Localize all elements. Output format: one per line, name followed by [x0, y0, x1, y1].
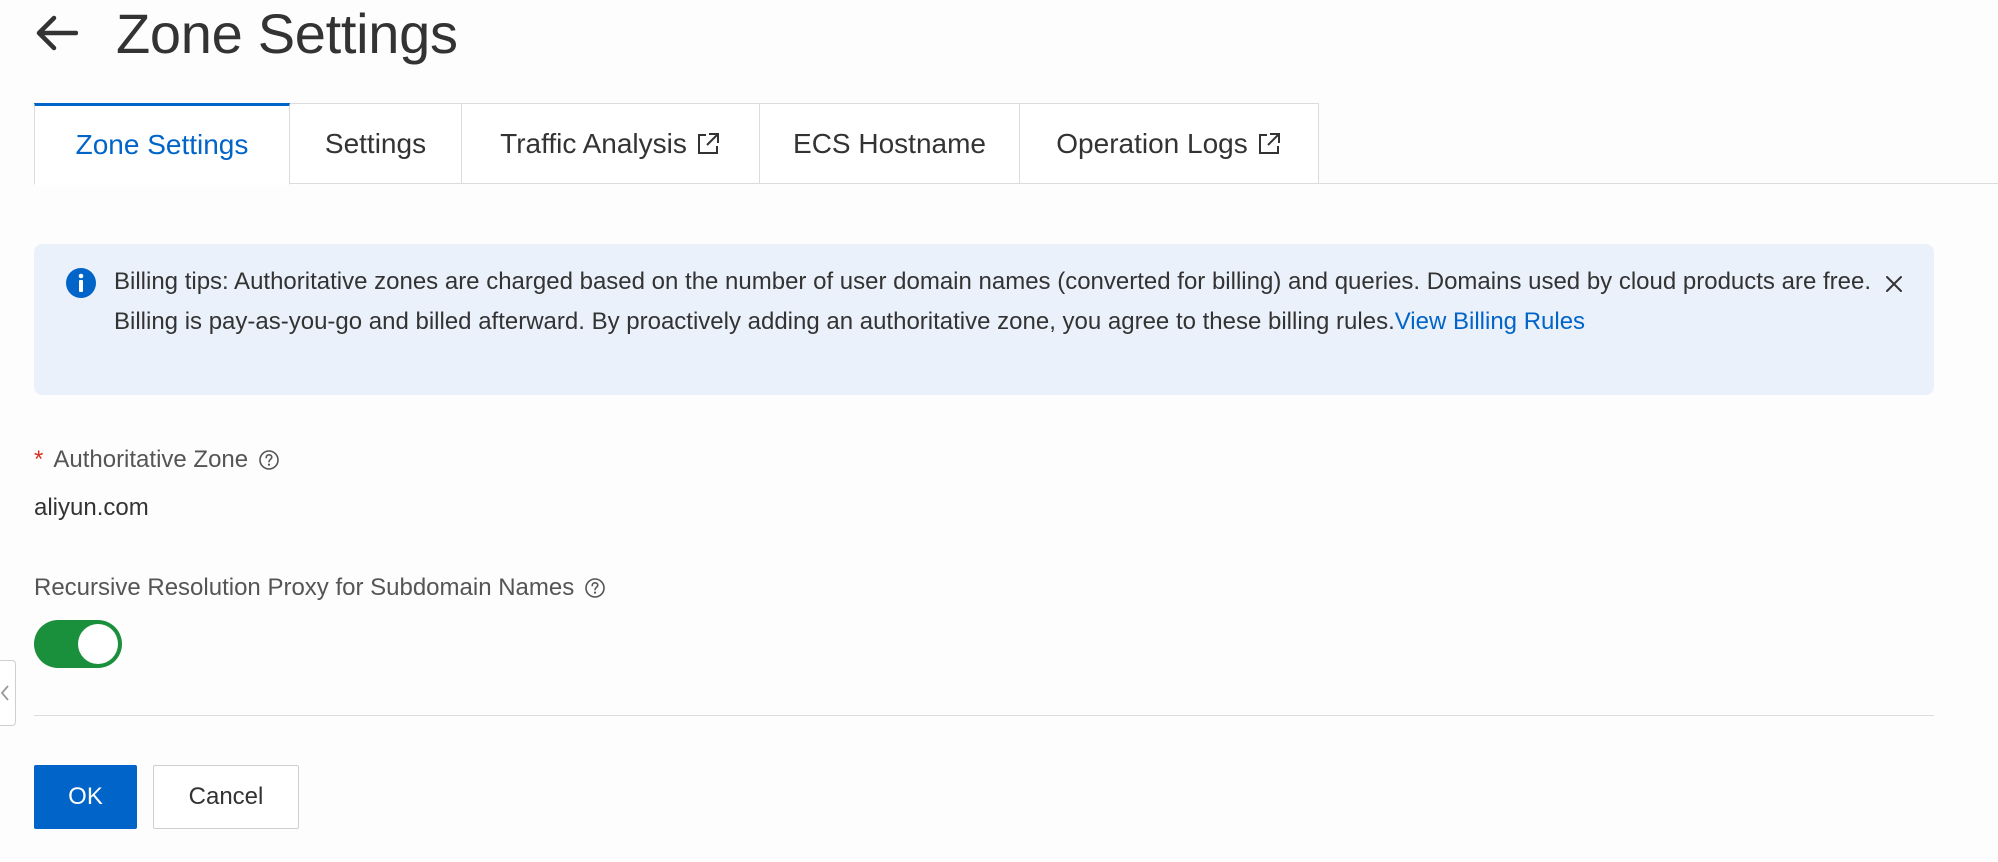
ok-button[interactable]: OK [34, 765, 137, 829]
view-billing-rules-link[interactable]: View Billing Rules [1395, 308, 1585, 335]
tab-zone-settings[interactable]: Zone Settings [34, 103, 290, 185]
tab-label: Traffic Analysis [500, 127, 687, 159]
page-header: Zone Settings [34, 0, 458, 66]
external-link-icon [695, 131, 721, 157]
info-icon [66, 268, 96, 298]
tab-label: Operation Logs [1056, 127, 1248, 159]
back-button[interactable] [34, 7, 86, 59]
tab-ecs-hostname[interactable]: ECS Hostname [760, 103, 1020, 184]
cancel-button[interactable]: Cancel [153, 765, 299, 829]
field-label-text: Recursive Resolution Proxy for Subdomain… [34, 574, 575, 601]
recursive-proxy-toggle[interactable] [34, 620, 122, 668]
field-label-text: Authoritative Zone [53, 446, 249, 473]
tab-bar: Zone Settings Settings Traffic Analysis … [34, 103, 1998, 185]
close-icon [1886, 276, 1902, 292]
external-link-icon [1256, 131, 1282, 157]
tab-traffic-analysis[interactable]: Traffic Analysis [462, 103, 760, 184]
help-icon[interactable] [258, 449, 280, 471]
alert-message: Billing tips: Authoritative zones are ch… [114, 262, 1874, 342]
page: Zone Settings Zone Settings Settings Tra… [0, 0, 1998, 862]
sidebar-collapse-handle[interactable] [0, 660, 16, 726]
tab-label: Settings [324, 127, 427, 159]
toggle-knob [78, 624, 118, 664]
required-mark: * [34, 446, 44, 473]
page-title: Zone Settings [116, 1, 458, 65]
tab-settings[interactable]: Settings [290, 103, 462, 184]
tab-label: Zone Settings [75, 129, 249, 160]
form-divider [34, 715, 1934, 716]
alert-text: Billing tips: Authoritative zones are ch… [114, 268, 1871, 335]
chevron-left-icon [0, 685, 9, 701]
billing-tips-alert: Billing tips: Authoritative zones are ch… [34, 244, 1934, 395]
arrow-left-icon [36, 15, 78, 51]
authoritative-zone-label: * Authoritative Zone [34, 446, 280, 474]
tab-operation-logs[interactable]: Operation Logs [1020, 103, 1319, 184]
tab-label: ECS Hostname [793, 127, 986, 159]
alert-close-button[interactable] [1880, 270, 1908, 298]
authoritative-zone-value: aliyun.com [34, 494, 149, 521]
help-icon[interactable] [584, 577, 606, 599]
recursive-proxy-label: Recursive Resolution Proxy for Subdomain… [34, 574, 606, 602]
